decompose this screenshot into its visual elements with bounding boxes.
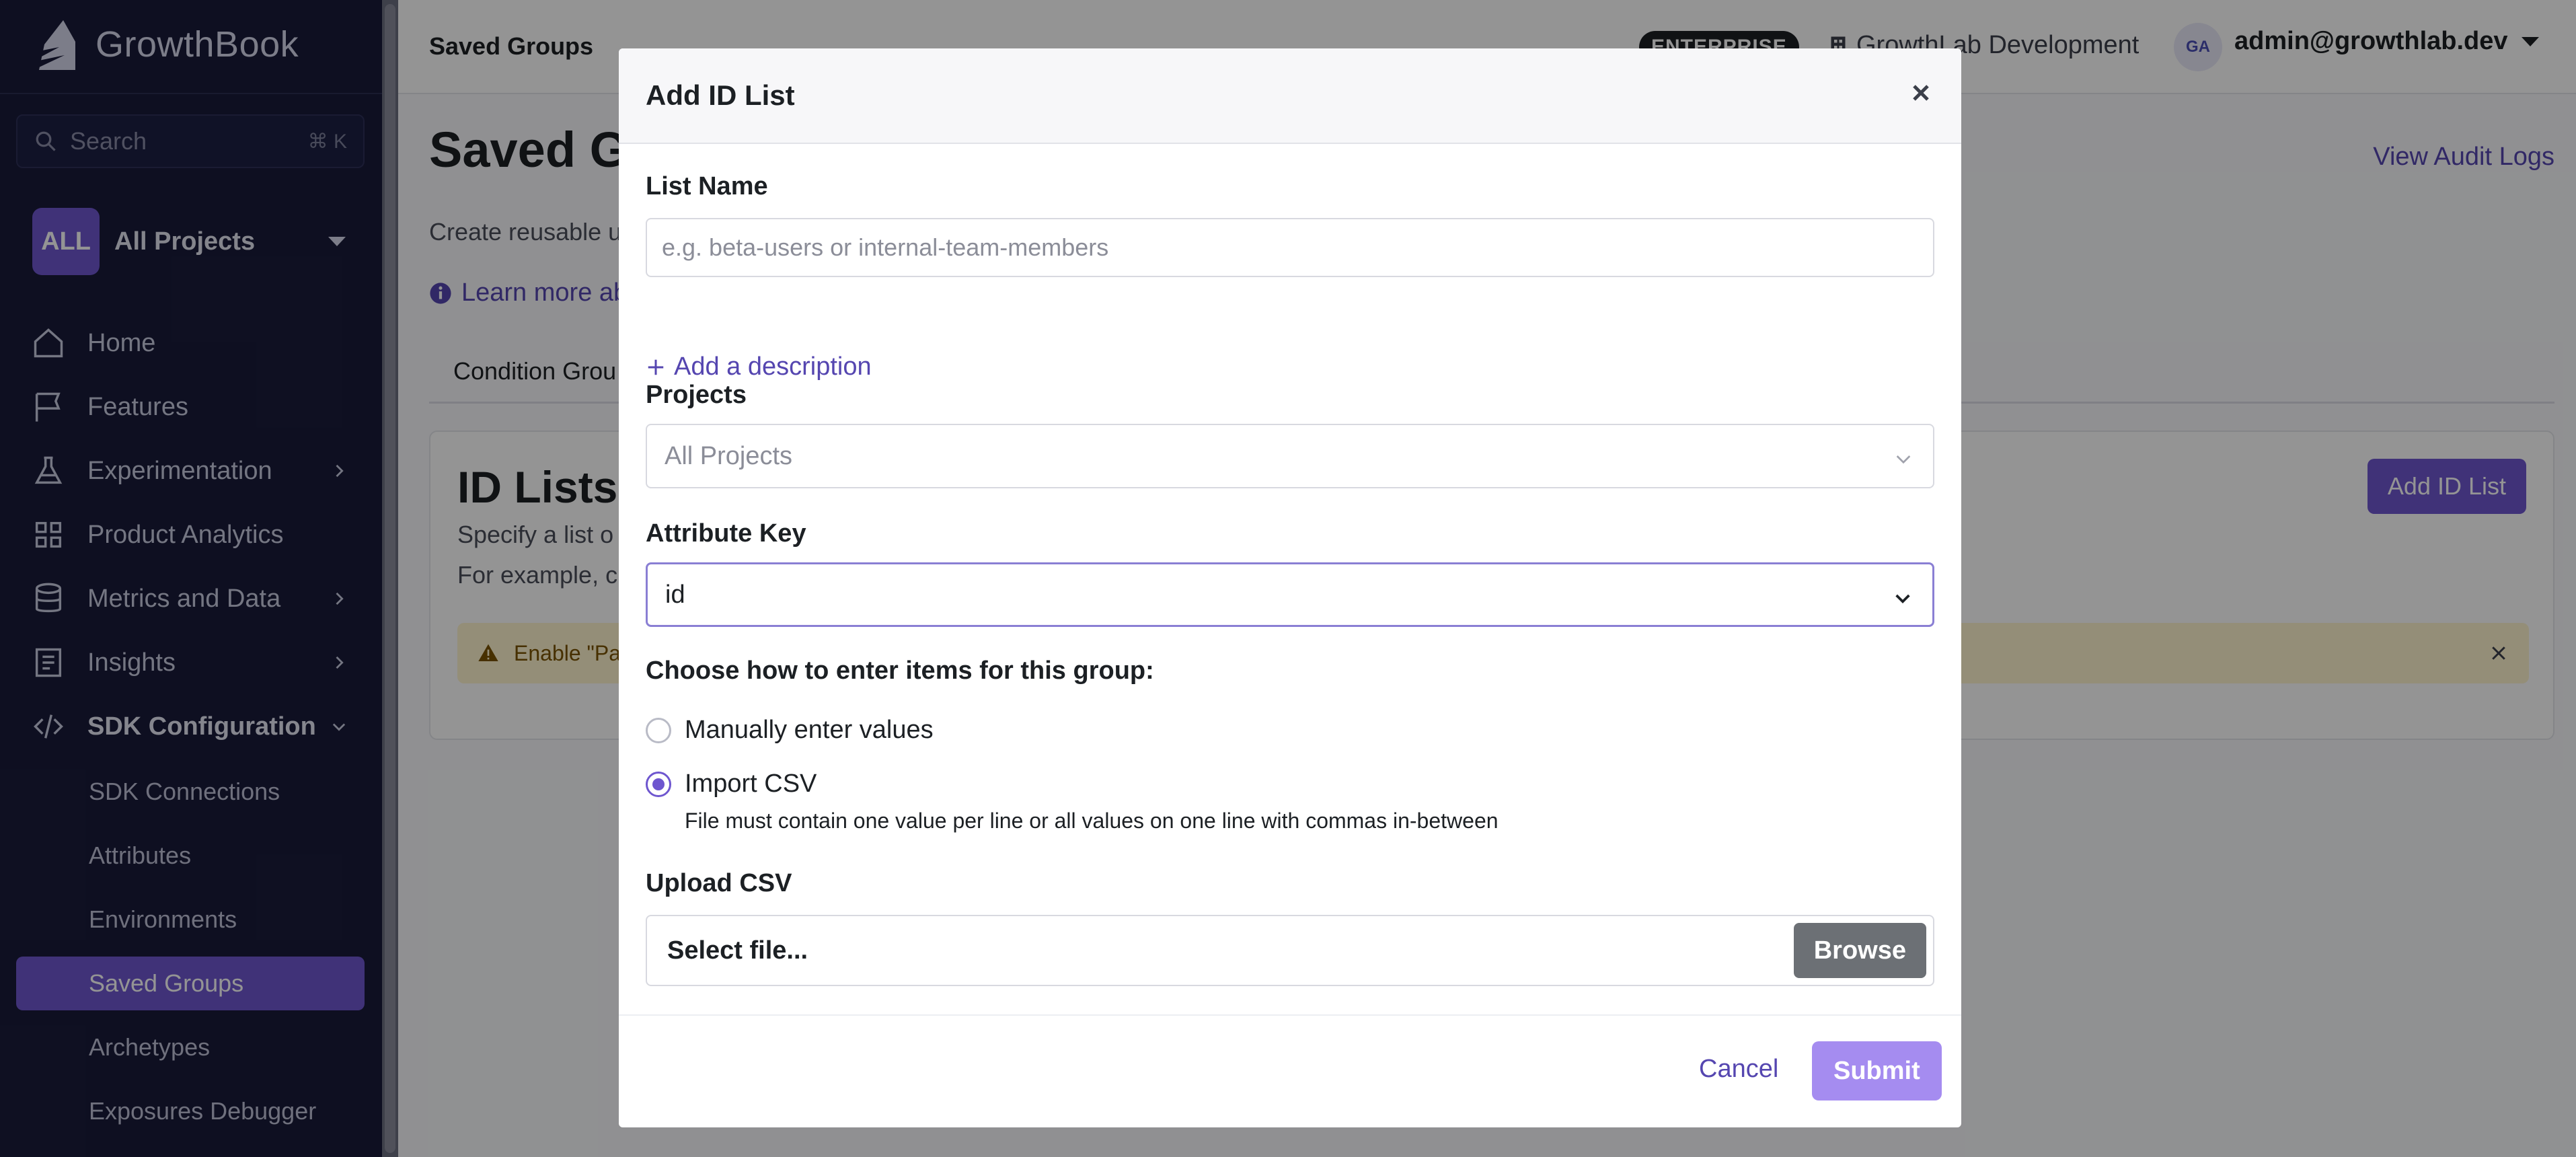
file-upload-field[interactable]: Select file... Browse bbox=[646, 915, 1934, 986]
list-name-label: List Name bbox=[646, 172, 768, 200]
close-icon[interactable] bbox=[1907, 79, 1934, 106]
file-placeholder: Select file... bbox=[667, 936, 808, 965]
add-description-link[interactable]: Add a description bbox=[646, 352, 872, 381]
attribute-key-label: Attribute Key bbox=[646, 519, 806, 548]
entry-method-label: Choose how to enter items for this group… bbox=[646, 657, 1154, 685]
modal-header: Add ID List bbox=[619, 48, 1961, 144]
radio-manual-entry[interactable]: Manually enter values bbox=[646, 716, 934, 745]
attribute-key-select[interactable]: id bbox=[646, 562, 1934, 627]
projects-select[interactable]: All Projects bbox=[646, 424, 1934, 488]
submit-button[interactable]: Submit bbox=[1812, 1041, 1942, 1100]
chevron-down-icon bbox=[1895, 594, 1910, 603]
import-help-text: File must contain one value per line or … bbox=[685, 809, 1499, 833]
cancel-button[interactable]: Cancel bbox=[1699, 1055, 1778, 1084]
radio-import-csv[interactable]: Import CSV bbox=[646, 770, 817, 798]
projects-value: All Projects bbox=[665, 441, 793, 470]
radio-button-selected[interactable] bbox=[646, 771, 671, 797]
modal-footer-divider bbox=[619, 1014, 1961, 1016]
plus-icon bbox=[648, 359, 664, 375]
list-name-input[interactable]: e.g. beta-users or internal-team-members bbox=[646, 218, 1934, 277]
attribute-key-value: id bbox=[665, 580, 685, 609]
projects-label: Projects bbox=[646, 381, 747, 409]
upload-csv-label: Upload CSV bbox=[646, 869, 792, 897]
radio-button[interactable] bbox=[646, 717, 671, 743]
add-description-text: Add a description bbox=[674, 352, 872, 381]
browse-button[interactable]: Browse bbox=[1793, 923, 1926, 978]
chevron-down-icon bbox=[1896, 455, 1911, 464]
add-id-list-modal: Add ID List List Name e.g. beta-users or… bbox=[619, 48, 1961, 1127]
radio-label: Manually enter values bbox=[685, 716, 934, 744]
modal-title: Add ID List bbox=[646, 79, 795, 111]
radio-label: Import CSV bbox=[685, 770, 817, 798]
